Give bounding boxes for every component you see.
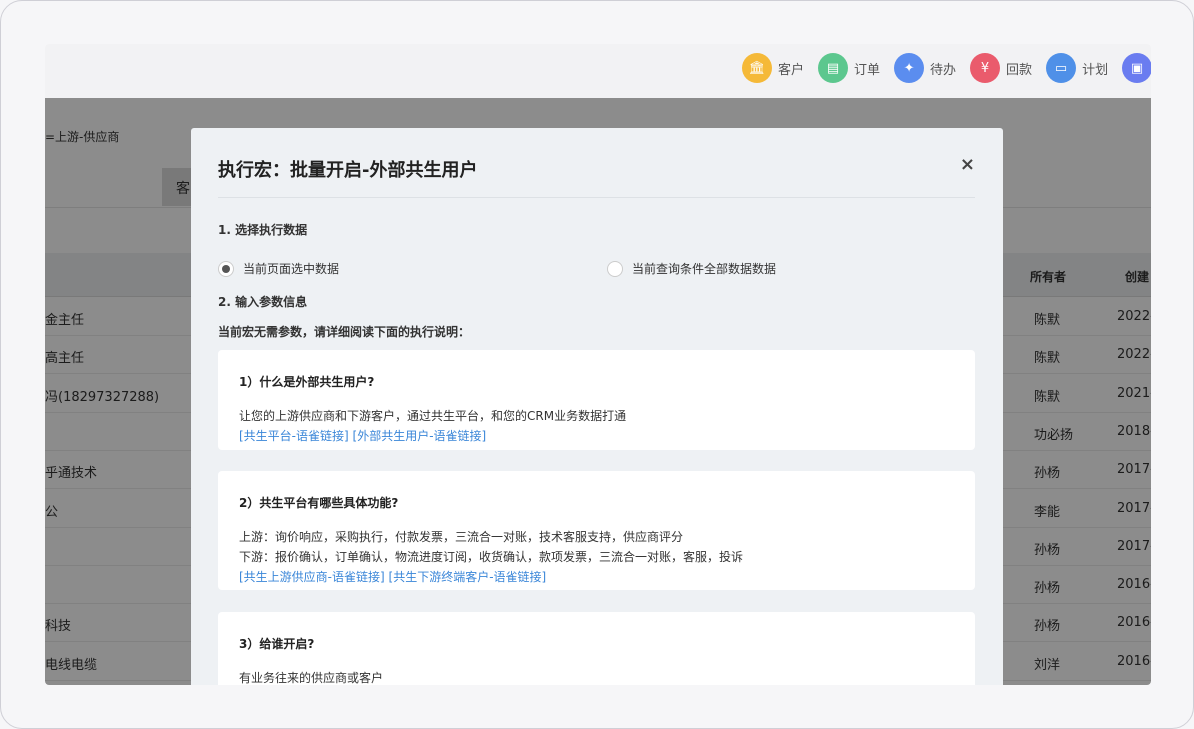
document-icon: ▤	[818, 53, 849, 83]
plan-icon: ▭	[1046, 53, 1077, 83]
card-text: 有业务往来的供应商或客户	[239, 671, 384, 685]
close-icon[interactable]: ×	[960, 154, 975, 175]
radio-checked-icon[interactable]	[218, 260, 234, 277]
top-nav: 🏛 客户 ▤ 订单 ✦ 待办 ¥ 回款 ▭ 计划 ▣联系	[742, 53, 1151, 83]
nav-item-3[interactable]: ¥ 回款	[970, 53, 1032, 83]
nav-item-4[interactable]: ▭ 计划	[1046, 53, 1108, 83]
nav-label: 计划	[1082, 62, 1109, 78]
nav-item-0[interactable]: 🏛 客户	[742, 53, 804, 83]
card-text: 让您的上游供应商和下游客户，通过共生平台，和您的CRM业务数据打通	[239, 409, 627, 423]
option-selected-data[interactable]: 当前页面选中数据	[218, 260, 339, 277]
dialog-title: 执行宏：批量开启-外部共生用户	[218, 160, 478, 181]
option-all-data[interactable]: 当前查询条件全部数据数据	[607, 260, 776, 277]
nav-item-2[interactable]: ✦ 待办	[894, 53, 956, 83]
nav-item-1[interactable]: ▤ 订单	[818, 53, 880, 83]
card-links: [共生上游供应商-语雀链接] [共生下游终端客户-语雀链接]	[239, 567, 954, 587]
nav-label: 订单	[854, 62, 881, 78]
app-screen: 🏛客户▤订单✦待办¥回款▭计划▣联系 =上游-供应商 客 所有者 创建 金主任陈…	[45, 44, 1151, 685]
radio-unchecked-icon[interactable]	[607, 260, 623, 277]
top-bar: 🏛 客户 ▤ 订单 ✦ 待办 ¥ 回款 ▭ 计划 ▣联系	[45, 44, 1151, 98]
info-card: 2）共生平台有哪些具体功能? 上游：询价响应，采购执行，付款发票，三流合一对账，技…	[218, 471, 975, 590]
nav-label: 待办	[930, 62, 957, 78]
contact-card-icon: ▣	[1122, 53, 1151, 83]
card-question: 2）共生平台有哪些具体功能?	[239, 496, 399, 510]
execute-macro-dialog: 执行宏：批量开启-外部共生用户 × 1. 选择执行数据 当前页面选中数据 当前查…	[191, 128, 1003, 685]
doc-link[interactable]: [共生平台-语雀链接]	[239, 429, 349, 443]
bank-icon: 🏛	[742, 53, 772, 83]
step1-title: 1. 选择执行数据	[218, 223, 308, 237]
doc-link[interactable]: [共生下游终端客户-语雀链接]	[389, 570, 547, 584]
card-question: 1）什么是外部共生用户?	[239, 375, 375, 389]
yen-icon: ¥	[970, 53, 1001, 83]
no-params-notice: 当前宏无需参数，请详细阅读下面的执行说明：	[218, 325, 471, 339]
step2-title: 2. 输入参数信息	[218, 295, 308, 309]
nav-label: 回款	[1006, 62, 1033, 78]
card-text: 下游：报价确认，订单确认，物流进度订阅，收货确认，款项发票，三流合一对账，客服，…	[239, 550, 744, 564]
option-all-label: 当前查询条件全部数据数据	[632, 262, 777, 276]
info-card: 1）什么是外部共生用户? 让您的上游供应商和下游客户，通过共生平台，和您的CRM业…	[218, 350, 975, 450]
nav-item-5[interactable]: ▣联系	[1122, 53, 1151, 83]
doc-link[interactable]: [共生上游供应商-语雀链接]	[239, 570, 385, 584]
card-text: 上游：询价响应，采购执行，付款发票，三流合一对账，技术客服支持，供应商评分	[239, 530, 684, 544]
dialog-header: 执行宏：批量开启-外部共生用户 ×	[218, 128, 975, 198]
option-selected-label: 当前页面选中数据	[243, 262, 340, 276]
nav-label: 客户	[778, 62, 805, 78]
card-question: 3）给谁开启?	[239, 637, 315, 651]
card-links: [共生平台-语雀链接] [外部共生用户-语雀链接]	[239, 426, 954, 446]
doc-link[interactable]: [外部共生用户-语雀链接]	[353, 429, 487, 443]
info-card: 3）给谁开启? 有业务往来的供应商或客户	[218, 612, 975, 685]
walking-icon: ✦	[894, 53, 925, 83]
